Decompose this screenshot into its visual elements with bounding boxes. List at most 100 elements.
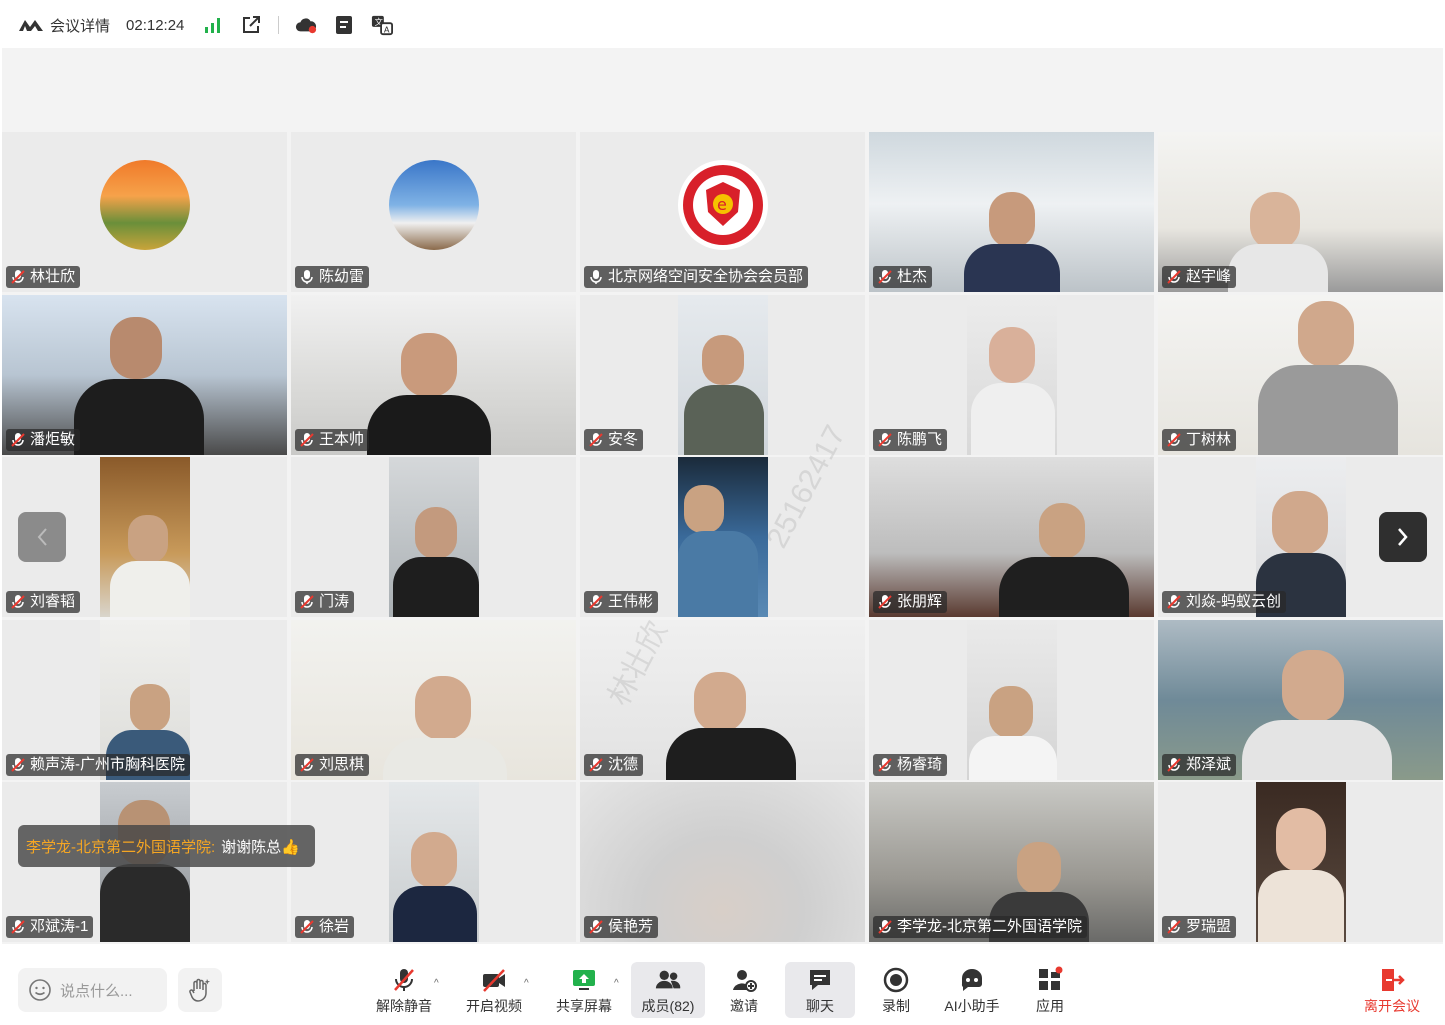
participant-tile[interactable]: 王本帅 bbox=[291, 295, 576, 455]
participant-name: 罗瑞盟 bbox=[1186, 918, 1232, 935]
participant-name: 刘睿韬 bbox=[30, 593, 76, 610]
video-options-caret-icon[interactable]: ^ bbox=[524, 978, 529, 989]
participant-nametag: 刘思棋 bbox=[295, 754, 370, 776]
chat-popup[interactable]: 李学龙-北京第二外国语学院: 谢谢陈总👍 bbox=[18, 825, 315, 867]
participant-tile[interactable]: 陈鹏飞 bbox=[869, 295, 1154, 455]
share-options-caret-icon[interactable]: ^ bbox=[614, 978, 619, 989]
participant-nametag: 王伟彬 bbox=[584, 591, 659, 613]
participant-tile[interactable]: 丁树林 bbox=[1158, 295, 1443, 455]
participant-nametag: 陈鹏飞 bbox=[873, 429, 948, 451]
apps-grid-icon bbox=[1039, 966, 1063, 990]
participant-name: 林壮欣 bbox=[30, 268, 76, 285]
members-label: 成员(82) bbox=[641, 998, 695, 1014]
start-video-button[interactable]: 开启视频 bbox=[462, 962, 526, 1018]
chevron-left-icon bbox=[37, 528, 47, 546]
mic-muted-icon bbox=[1167, 758, 1181, 772]
participant-video bbox=[678, 457, 768, 617]
participant-nametag: 徐岩 bbox=[295, 916, 355, 938]
participant-name: 赖声涛-广州市胸科医院 bbox=[30, 756, 185, 773]
leave-meeting-button[interactable]: 离开会议 bbox=[1356, 962, 1428, 1018]
external-link-icon[interactable] bbox=[240, 14, 262, 36]
raise-hand-button[interactable] bbox=[178, 968, 222, 1012]
bottom-toolbar: 说点什么... 解除静音 ^ 开启视频 ^ 共享屏幕 ^ 成员(82) 邀请 聊… bbox=[0, 950, 1445, 1025]
ai-assistant-button[interactable]: AI小助手 bbox=[938, 962, 1006, 1018]
participant-name: 潘炬敏 bbox=[30, 431, 76, 448]
mic-muted-icon bbox=[878, 920, 892, 934]
participant-tile[interactable]: 郑泽斌 bbox=[1158, 620, 1443, 780]
participant-nametag: 侯艳芳 bbox=[584, 916, 659, 938]
apps-label: 应用 bbox=[1036, 998, 1064, 1014]
audio-options-caret-icon[interactable]: ^ bbox=[434, 978, 439, 989]
participant-name: 侯艳芳 bbox=[608, 918, 654, 935]
quick-chat-input[interactable]: 说点什么... bbox=[18, 968, 167, 1012]
participant-nametag: 刘睿韬 bbox=[6, 591, 81, 613]
mic-muted-icon bbox=[878, 758, 892, 772]
mic-muted-icon bbox=[11, 758, 25, 772]
mic-muted-icon bbox=[589, 758, 603, 772]
mic-muted-icon bbox=[589, 433, 603, 447]
record-button[interactable]: 录制 bbox=[864, 962, 928, 1018]
avatar: e bbox=[678, 160, 768, 250]
notes-icon[interactable] bbox=[333, 14, 355, 36]
camera-off-icon bbox=[483, 969, 505, 992]
participant-name: 王本帅 bbox=[319, 431, 365, 448]
apps-button[interactable]: 应用 bbox=[1018, 962, 1082, 1018]
add-user-icon bbox=[733, 970, 757, 992]
participant-tile[interactable]: 门涛 bbox=[291, 457, 576, 617]
mic-icon bbox=[301, 270, 313, 284]
previous-page-button[interactable] bbox=[18, 512, 66, 562]
record-icon bbox=[883, 967, 909, 993]
participant-tile[interactable]: 李学龙-北京第二外国语学院 bbox=[869, 782, 1154, 942]
participant-nametag: 罗瑞盟 bbox=[1162, 916, 1237, 938]
next-page-button[interactable] bbox=[1379, 512, 1427, 562]
participant-tile[interactable]: 陈幼雷 bbox=[291, 132, 576, 292]
participant-tile[interactable]: 徐岩 bbox=[291, 782, 576, 942]
mic-muted-icon bbox=[1167, 595, 1181, 609]
signal-icon[interactable] bbox=[202, 14, 224, 36]
svg-text:e: e bbox=[717, 195, 727, 214]
mic-muted-icon bbox=[1167, 920, 1181, 934]
share-screen-button[interactable]: 共享屏幕 bbox=[552, 962, 616, 1018]
participant-tile[interactable]: 杨睿琦 bbox=[869, 620, 1154, 780]
participant-video bbox=[1256, 782, 1346, 942]
participant-tile[interactable]: 潘炬敏 bbox=[2, 295, 287, 455]
participant-tile[interactable]: 赵宇峰 bbox=[1158, 132, 1443, 292]
mic-muted-icon bbox=[11, 433, 25, 447]
participant-name: 沈德 bbox=[608, 756, 639, 773]
participant-tile[interactable]: 张朋辉 bbox=[869, 457, 1154, 617]
participant-video bbox=[389, 457, 479, 617]
participant-name: 徐岩 bbox=[319, 918, 350, 935]
mic-muted-icon bbox=[11, 270, 25, 284]
meeting-info-label[interactable]: 会议详情 bbox=[50, 15, 110, 36]
cloud-record-icon[interactable] bbox=[295, 14, 317, 36]
mic-muted-icon bbox=[878, 270, 892, 284]
quick-chat-placeholder: 说点什么... bbox=[60, 982, 133, 1000]
participant-tile[interactable]: e 北京网络空间安全协会会员部 bbox=[580, 132, 865, 292]
participant-nametag: 潘炬敏 bbox=[6, 429, 81, 451]
members-button[interactable]: 成员(82) bbox=[631, 962, 705, 1018]
mic-muted-icon bbox=[300, 758, 314, 772]
participant-name: 李学龙-北京第二外国语学院 bbox=[897, 918, 1082, 935]
unmute-button[interactable]: 解除静音 bbox=[372, 962, 436, 1018]
participant-nametag: 安冬 bbox=[584, 429, 644, 451]
participant-video bbox=[389, 782, 479, 942]
mic-muted-icon bbox=[300, 920, 314, 934]
toolbar-divider bbox=[278, 16, 280, 34]
chat-message: 谢谢陈总👍 bbox=[221, 838, 300, 856]
participant-nametag: 陈幼雷 bbox=[295, 266, 370, 288]
invite-button[interactable]: 邀请 bbox=[712, 962, 776, 1018]
participant-tile[interactable]: 杜杰 bbox=[869, 132, 1154, 292]
participant-name: 郑泽斌 bbox=[1186, 756, 1232, 773]
ai-assistant-icon bbox=[961, 969, 982, 991]
participant-video bbox=[967, 295, 1057, 455]
participant-tile[interactable]: 侯艳芳 bbox=[580, 782, 865, 942]
mic-muted-icon bbox=[11, 920, 25, 934]
translate-icon[interactable]: 文A bbox=[371, 14, 394, 36]
participant-tile[interactable]: 刘思棋 bbox=[291, 620, 576, 780]
members-icon bbox=[655, 970, 681, 989]
chat-button[interactable]: 聊天 bbox=[785, 962, 855, 1018]
participant-tile[interactable]: 赖声涛-广州市胸科医院 bbox=[2, 620, 287, 780]
participant-tile[interactable]: 林壮欣 bbox=[2, 132, 287, 292]
participant-tile[interactable]: 罗瑞盟 bbox=[1158, 782, 1443, 942]
participant-name: 陈幼雷 bbox=[319, 268, 365, 285]
